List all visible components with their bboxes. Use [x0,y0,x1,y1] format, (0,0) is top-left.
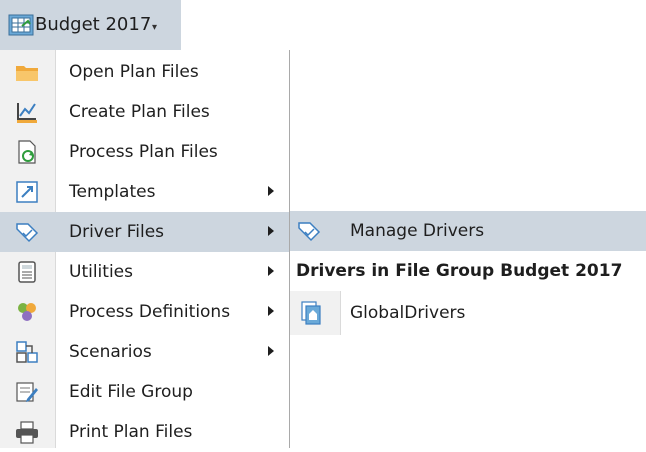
submenu-arrow-icon [268,346,274,356]
process-refresh-icon [14,139,40,165]
menu-item-edit-file-group[interactable]: Edit File Group [0,372,289,412]
menu-item-create-plan-files[interactable]: Create Plan Files [0,92,289,132]
templates-icon [14,179,40,205]
menu-item-label: Utilities [69,262,133,282]
utilities-calculator-icon [14,259,40,285]
file-group-menu: Open Plan Files Create Plan Files Proces… [0,50,290,448]
file-group-dropdown-button[interactable]: Budget 2017 ▾ [0,0,181,50]
submenu-arrow-icon [268,226,274,236]
submenu-file-label: GlobalDrivers [350,303,466,323]
menu-item-label: Templates [69,182,156,202]
menu-item-label: Process Definitions [69,302,231,322]
menu-item-label: Create Plan Files [69,102,210,122]
folder-open-icon [14,59,40,85]
menu-item-process-plan-files[interactable]: Process Plan Files [0,132,289,172]
driver-tag-icon [296,218,322,244]
submenu-gutter-divider [340,291,341,335]
menu-item-utilities[interactable]: Utilities [0,252,289,292]
menu-item-label: Edit File Group [69,382,193,402]
submenu-arrow-icon [268,266,274,276]
process-definitions-icon [14,299,40,325]
driver-tag-icon [14,219,40,245]
submenu-item-manage-drivers[interactable]: Manage Drivers [290,211,646,251]
printer-icon [14,419,40,445]
menu-item-label: Print Plan Files [69,422,193,442]
driver-files-submenu: Manage Drivers Drivers in File Group Bud… [290,211,646,337]
edit-file-group-icon [14,379,40,405]
menu-item-print-plan-files[interactable]: Print Plan Files [0,412,289,452]
menu-item-open-plan-files[interactable]: Open Plan Files [0,52,289,92]
menu-item-process-definitions[interactable]: Process Definitions [0,292,289,332]
menu-item-label: Scenarios [69,342,152,362]
global-drivers-icon [298,300,324,326]
menu-item-templates[interactable]: Templates [0,172,289,212]
submenu-arrow-icon [268,186,274,196]
chevron-down-icon: ▾ [152,22,158,33]
menu-item-label: Process Plan Files [69,142,218,162]
menu-item-scenarios[interactable]: Scenarios [0,332,289,372]
section-header-label: Drivers in File Group Budget 2017 [296,261,623,281]
submenu-item-label: Manage Drivers [350,221,485,241]
menu-item-driver-files[interactable]: Driver Files [0,212,289,252]
submenu-section-header: Drivers in File Group Budget 2017 [290,251,646,293]
submenu-arrow-icon [268,306,274,316]
file-group-label: Budget 2017 [35,14,152,35]
submenu-item-global-drivers[interactable]: GlobalDrivers [290,291,646,335]
menu-item-label: Driver Files [69,222,165,242]
menu-item-label: Open Plan Files [69,62,199,82]
budget-grid-icon [8,14,34,36]
scenarios-icon [14,339,40,365]
create-chart-icon [14,99,40,125]
